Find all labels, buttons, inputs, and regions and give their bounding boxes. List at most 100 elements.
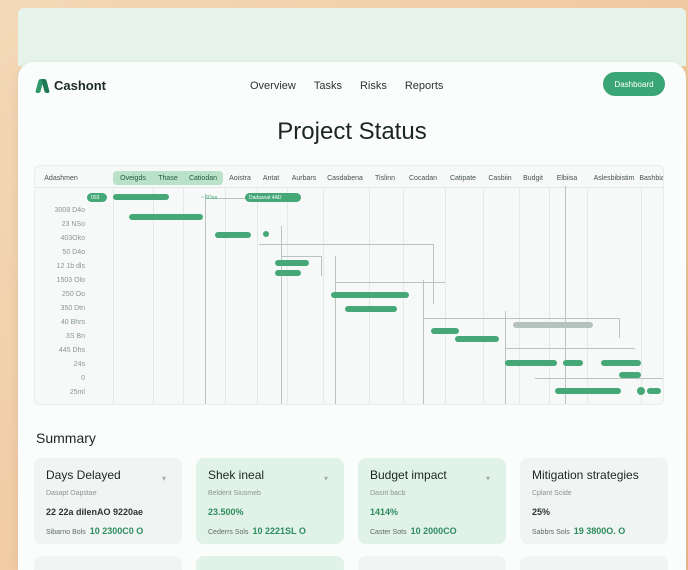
gantt-row-label: 1503 Olo [56,277,85,284]
nav-link-tasks[interactable]: Tasks [314,80,342,92]
gantt-column-header[interactable]: Elbiisa [549,171,585,185]
summary-card-budget-impact[interactable]: Budget impact ▾ Dasnt bacb 1414% Caster … [358,458,506,544]
gantt-column-header[interactable]: Bashbia [639,171,663,185]
gantt-chart: Adashmen Oveigds Thase Catiodan Aoistra … [34,165,664,405]
milestone-pill[interactable]: Dadasnat 4AD [245,193,301,202]
gantt-bar[interactable] [113,194,169,200]
summary-card-days-delayed[interactable]: Days Delayed ▾ Dasapt Oapstae 22 22a dil… [34,458,182,544]
milestone-pill[interactable]: 003 [87,193,107,202]
connector-line [281,256,321,257]
gantt-column-header[interactable]: Oveigds [113,171,153,185]
connector-line [335,256,336,404]
dashboard-button[interactable]: Dashboard [603,72,665,96]
card-value: 25% [532,507,551,517]
gantt-column-header[interactable]: Budgit [519,171,547,185]
gantt-column-header[interactable]: Casdabena [323,171,367,185]
gantt-column-header[interactable]: Adashmen [39,171,83,185]
grid-line [287,188,288,404]
milestone-pill[interactable]: ~ 6Daa [197,193,237,202]
gantt-column-header[interactable]: Aslesbibistim [587,171,641,185]
gantt-column-header[interactable]: Antat [257,171,285,185]
card-title: Days Delayed [46,468,121,482]
gantt-bar[interactable] [129,214,203,220]
gantt-column-header[interactable]: Catiodan [183,171,223,185]
gantt-bar[interactable] [505,360,557,366]
card-value: 22 22a dilenAO 9220ae [46,507,144,517]
gantt-row-label: 350 Dtn [60,305,85,312]
card-footer-value: 10 2000CO [410,526,457,536]
gantt-bar[interactable] [555,388,621,394]
gantt-bar[interactable] [431,328,459,334]
card-title: Budget impact [370,468,447,482]
connector-line [321,256,322,276]
summary-card-shek-ineal[interactable]: Shek ineal ▾ Beldent Siusmeb 23.500% Ced… [196,458,344,544]
gantt-bar[interactable] [331,292,409,298]
grid-line [153,188,154,404]
gantt-column-header[interactable]: Thase [153,171,183,185]
gantt-marker[interactable] [263,231,269,237]
card-subtitle: Cplant Scide [532,490,572,497]
dashboard-card: Cashont Overview Tasks Risks Reports Das… [18,62,686,570]
nav-link-reports[interactable]: Reports [405,80,444,92]
nav-link-overview[interactable]: Overview [250,80,296,92]
gantt-column-header[interactable]: Catipate [445,171,481,185]
summary-card-placeholder[interactable] [358,556,506,570]
grid-line [445,188,446,404]
card-footer: Cederrs Sols 10 2221SL O [208,526,332,536]
summary-card-placeholder[interactable] [196,556,344,570]
gantt-bar[interactable] [215,232,251,238]
gantt-bar[interactable] [601,360,641,366]
nav-link-risks[interactable]: Risks [360,80,387,92]
card-subtitle: Beldent Siusmeb [208,490,261,497]
gantt-bar[interactable] [619,372,641,378]
gantt-column-header[interactable]: Cocadan [403,171,443,185]
gantt-bar[interactable] [647,388,661,394]
gantt-row-label: 24s [73,361,85,368]
gantt-bar[interactable] [275,270,301,276]
connector-line [505,348,635,349]
gantt-bar[interactable] [455,336,499,342]
gantt-bar[interactable] [513,322,593,328]
connector-line [423,318,619,319]
gantt-bar[interactable] [345,306,397,312]
page-title: Project Status [277,118,427,145]
gantt-column-header[interactable]: Aurbars [287,171,321,185]
grid-line [641,188,642,404]
card-footer-value: 10 2300C0 O [89,526,144,536]
card-footer-label: Sibarno Bols [46,529,86,536]
gantt-column-header[interactable]: Aoistra [225,171,255,185]
gantt-row-label: 40 Bhrs [60,319,85,326]
brand-logo[interactable]: Cashont [36,78,106,93]
card-footer-label: Cederrs Sols [208,529,249,536]
chevron-down-icon[interactable]: ▾ [162,474,166,483]
card-title: Mitigation strategies [532,468,639,482]
gantt-bar[interactable] [275,260,309,266]
grid-line [483,188,484,404]
gantt-row-label: 403Oko [60,235,85,242]
connector-line [565,186,566,404]
gantt-column-header[interactable]: Tislinn [369,171,401,185]
gantt-row-label: 0 [81,375,85,382]
grid-line [587,188,588,404]
gantt-row-label: 25ml [69,389,85,396]
card-footer-label: Sabbrs Sols [532,529,570,536]
gantt-column-header[interactable]: Casbiin [483,171,517,185]
browser-top-strip [18,8,686,66]
gantt-row-label: 50 D4o [62,249,85,256]
chevron-down-icon[interactable]: ▾ [486,474,490,483]
chevron-down-icon[interactable]: ▾ [324,474,328,483]
summary-card-placeholder[interactable] [520,556,668,570]
connector-line [335,282,445,283]
connector-line [505,311,506,404]
gantt-bar[interactable] [563,360,583,366]
card-footer-label: Caster Sots [370,529,407,536]
summary-card-placeholder[interactable] [34,556,182,570]
gantt-row-label: 23 NSo [61,221,85,228]
summary-card-mitigation-strategies[interactable]: Mitigation strategies Cplant Scide 25% S… [520,458,668,544]
logo-icon [36,79,50,93]
connector-line [535,378,663,379]
gantt-marker[interactable] [637,387,645,395]
gantt-row-label: 3S Bn [65,333,85,340]
summary-heading: Summary [36,430,96,446]
card-value: 1414% [370,507,399,517]
